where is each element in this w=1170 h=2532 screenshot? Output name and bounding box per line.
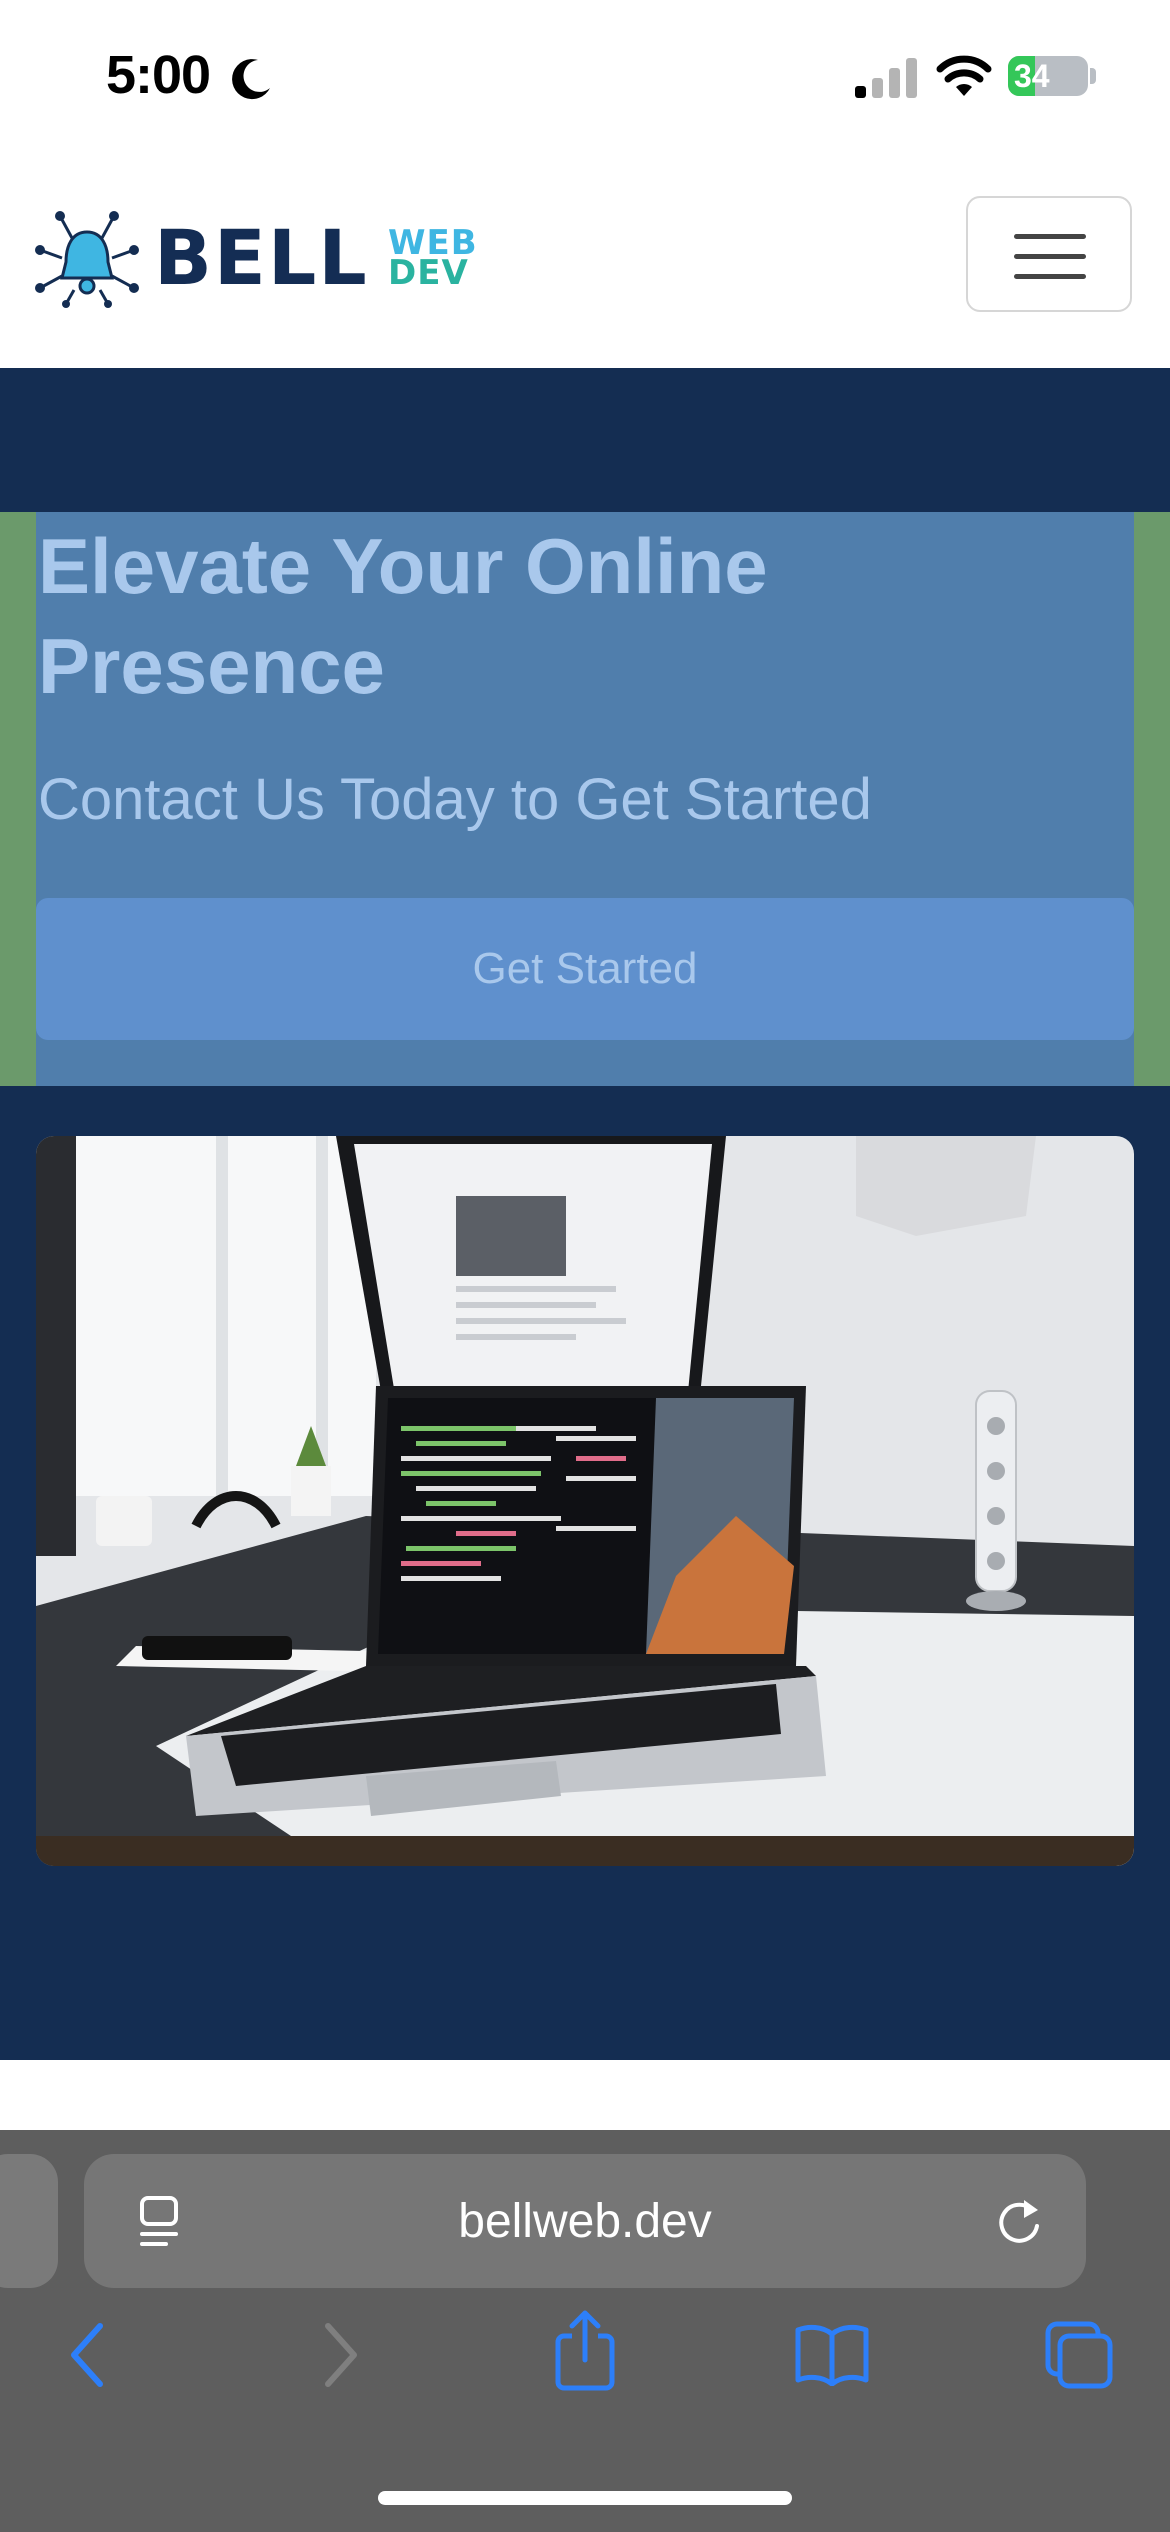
moon-icon (232, 59, 270, 100)
hero-title: Elevate Your Online Presence (38, 522, 768, 710)
bookmarks-icon[interactable] (794, 2322, 870, 2386)
home-indicator[interactable] (378, 2491, 792, 2505)
wifi-icon (936, 55, 992, 96)
battery-icon: 34 (1008, 56, 1088, 96)
share-icon[interactable] (552, 2308, 618, 2392)
get-started-button[interactable]: Get Started (36, 898, 1134, 1040)
previous-tab-preview[interactable] (0, 2154, 58, 2288)
forward-icon[interactable] (318, 2320, 362, 2390)
site-header: BELL WEB DEV (0, 150, 1170, 368)
battery-tip (1090, 68, 1096, 84)
tabs-icon[interactable] (1044, 2320, 1116, 2390)
reload-icon[interactable] (992, 2194, 1046, 2250)
address-bar[interactable]: bellweb.dev (84, 2154, 1086, 2288)
bug-logo-icon[interactable] (32, 208, 142, 308)
logo-wordmark[interactable]: BELL (154, 220, 369, 296)
hero-subtitle: Contact Us Today to Get Started (38, 767, 872, 832)
menu-toggle-button[interactable] (966, 196, 1132, 312)
signal-icon (855, 58, 917, 98)
status-time: 5:00 (106, 45, 211, 105)
hero-laptop-image (36, 1136, 1134, 1866)
menu-icon (1014, 234, 1086, 239)
browser-toolbar: bellweb.dev (0, 2130, 1170, 2532)
logo-dev-text: DEV (388, 253, 469, 293)
hero-section: Elevate Your Online Presence Contact Us … (0, 368, 1170, 2060)
url-text[interactable]: bellweb.dev (84, 2194, 1086, 2249)
battery-level: 34 (1014, 58, 1050, 94)
back-icon[interactable] (66, 2320, 110, 2390)
status-bar: 5:00 34 (0, 0, 1170, 150)
